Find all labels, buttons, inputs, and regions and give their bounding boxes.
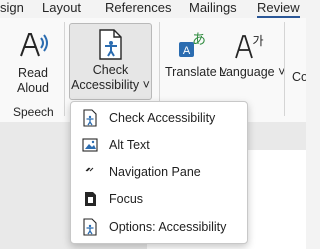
check-accessibility-label-line2: Accessibility ˅	[71, 78, 150, 92]
svg-text:가: 가	[252, 34, 263, 48]
menu-item-label: Alt Text	[109, 138, 150, 152]
check-accessibility-label-line1: Check	[92, 63, 129, 77]
menu-item-label: Check Accessibility	[109, 111, 216, 125]
menu-item-alt-text[interactable]: Alt Text	[71, 132, 247, 158]
read-aloud-icon	[20, 33, 48, 57]
group-separator	[284, 22, 285, 116]
menu-item-check-accessibility[interactable]: Check Accessibility	[71, 105, 247, 131]
translate-button[interactable]: A あ Translate ˅	[165, 26, 228, 98]
language-icon: 가	[235, 34, 264, 59]
menu-item-focus[interactable]: Focus	[71, 186, 247, 212]
alt-text-icon	[82, 138, 98, 152]
accessibility-options-icon	[83, 218, 97, 236]
tab-references[interactable]: References	[105, 0, 171, 16]
menu-item-label: Focus	[109, 192, 144, 206]
menu-item-label: Navigation Pane	[109, 165, 201, 179]
tab-mailings[interactable]: Mailings	[189, 0, 237, 16]
language-button[interactable]: 가 Language ˅	[219, 26, 286, 98]
menu-item-options-accessibility[interactable]: Options: Accessibility	[71, 214, 247, 240]
comments-label-partial: Co	[292, 70, 306, 84]
read-aloud-label-line1: Read	[18, 66, 48, 80]
ribbon-tabs: sign Layout References Mailings Review	[0, 0, 306, 18]
navigation-pane-icon	[85, 167, 94, 172]
tab-layout[interactable]: Layout	[42, 0, 81, 16]
accessibility-check-icon	[83, 109, 97, 127]
language-label: Language ˅	[219, 65, 286, 79]
focus-icon	[85, 192, 96, 206]
tab-review[interactable]: Review	[257, 0, 300, 18]
svg-text:A: A	[183, 45, 191, 57]
menu-item-label: Options: Accessibility	[109, 220, 227, 234]
tab-design[interactable]: sign	[0, 0, 24, 16]
comments-button-partial[interactable]: Co	[292, 70, 306, 90]
translate-icon: A あ	[179, 32, 206, 57]
check-accessibility-menu: Check Accessibility Alt Text Navigation …	[70, 101, 248, 244]
check-accessibility-button[interactable]: Check Accessibility ˅	[69, 23, 152, 100]
read-aloud-button[interactable]: Read Aloud	[6, 26, 60, 98]
translate-label: Translate ˅	[165, 65, 228, 79]
read-aloud-label-line2: Aloud	[17, 81, 49, 95]
group-label-speech: Speech	[13, 105, 54, 119]
check-accessibility-icon	[98, 29, 122, 60]
group-separator	[64, 22, 65, 116]
menu-item-navigation-pane[interactable]: Navigation Pane	[71, 159, 247, 185]
svg-text:あ: あ	[192, 32, 206, 48]
